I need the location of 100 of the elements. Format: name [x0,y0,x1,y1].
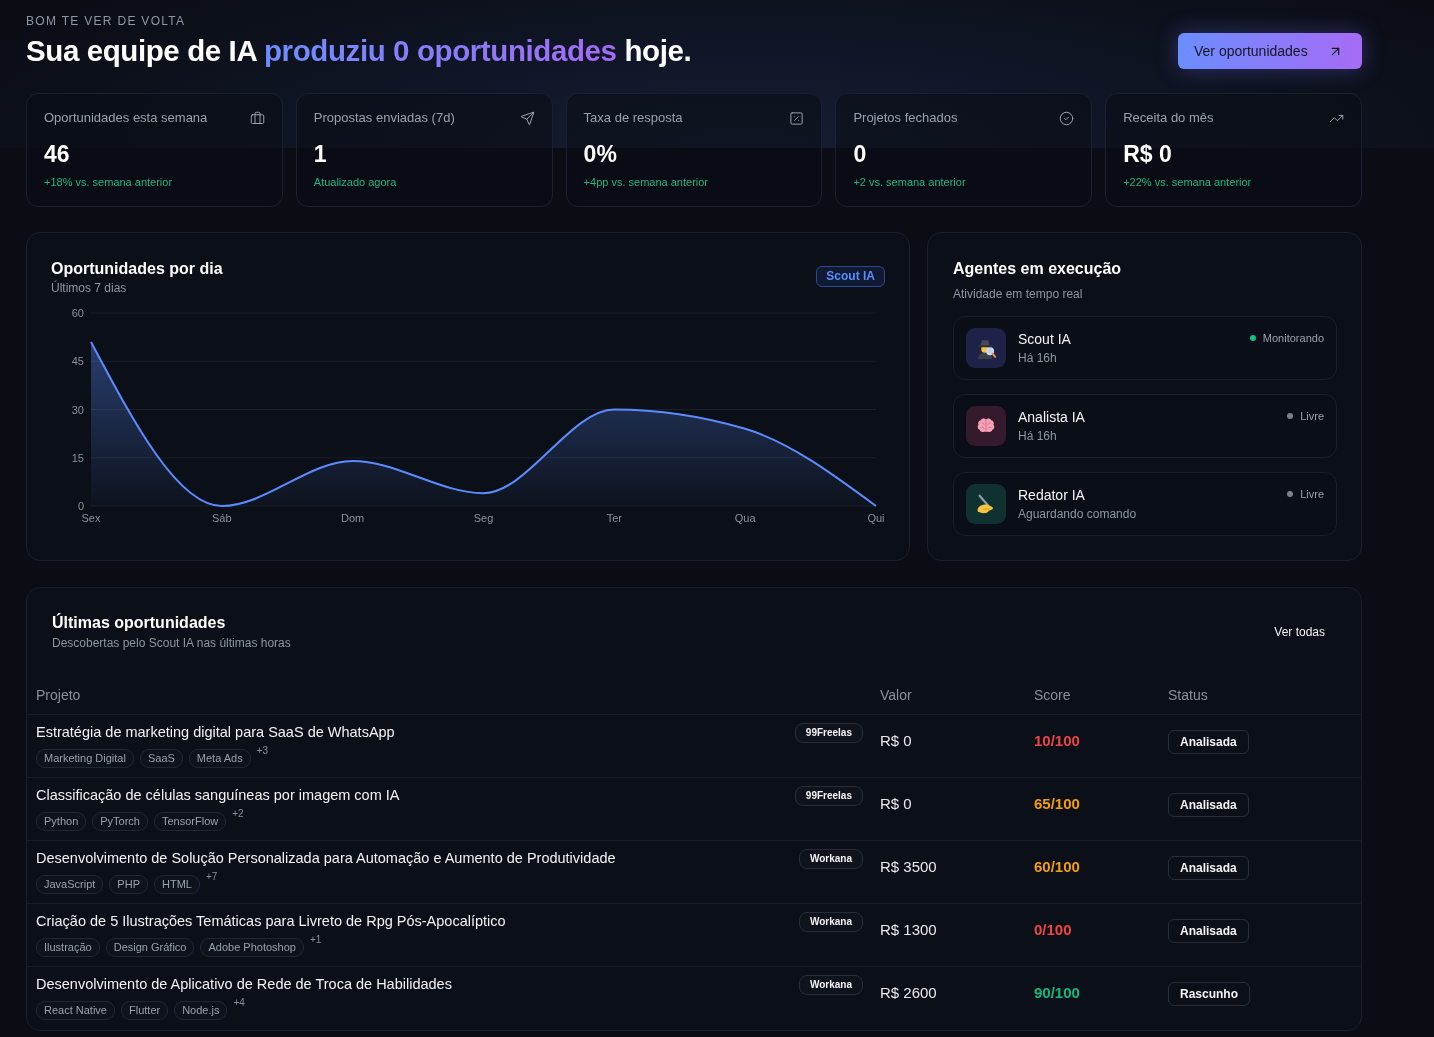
project-title: Desenvolvimento de Solução Personalizada para Automação e Aumento de Produtividade [36,849,616,867]
greeting-label: BOM TE VER DE VOLTA [26,13,187,29]
y-tick-label: 30 [71,403,84,416]
agents-title: Agentes em execução [953,259,1123,279]
agent-name: Analista IA [1018,408,1086,426]
project-value: R$ 0 [879,794,913,814]
skill-tag: Marketing Digital [36,749,134,768]
stat-value: R$ 0 [1123,140,1173,168]
stat-value: 0% [583,140,618,168]
skill-tag: React Native [36,1001,115,1020]
stat-delta: +4pp vs. semana anterior [583,175,710,189]
skill-tag: Adobe Photoshop [200,938,304,957]
extra-tags-count: +7 [205,871,218,883]
project-score: 90/100 [1034,984,1080,1002]
stat-label: Projetos fechados [853,110,958,126]
stat-label: Taxa de resposta [583,110,683,126]
stat-value: 46 [44,140,71,168]
skill-tag: Python [36,812,87,831]
page-heading: Sua equipe de IA produziu 0 oportunidades hoje. [26,33,692,69]
column-header: Score [1033,685,1072,704]
x-tick-label: Sex [81,512,101,524]
skill-tag: HTML [154,875,200,894]
extra-tags-count: +2 [232,808,244,820]
project-title: Classificação de células sanguíneas por imagem com IA [36,786,400,804]
view-all-link[interactable]: Ver todas [1264,617,1335,647]
x-tick-label: Dom [341,512,365,524]
y-tick-label: 45 [71,355,84,368]
project-title: Desenvolvimento de Aplicativo de Rede de Troca de Habilidades [36,975,452,993]
agent-activity: Há 16h [1018,350,1058,366]
skill-tag: PHP [109,875,148,894]
project-value: R$ 2600 [879,983,938,1003]
agent-name: Redator IA [1018,486,1086,504]
project-score: 60/100 [1034,858,1080,876]
project-score: 0/100 [1034,921,1072,939]
platform-badge: Workana [798,849,863,869]
stat-label: Receita do mês [1123,110,1214,126]
agent-status: Livre [1300,409,1324,423]
platform-badge: Workana [798,975,863,995]
stat-label: Oportunidades esta semana [44,110,208,126]
stat-delta: +2 vs. semana anterior [853,175,967,189]
platform-badge: Workana [798,912,863,932]
agent-activity: Há 16h [1018,428,1058,444]
project-value: R$ 1300 [879,920,938,940]
x-tick-label: Sáb [212,512,232,524]
check-circle-icon [1059,110,1075,126]
status-badge: Analisada [1168,919,1249,943]
skill-tag: JavaScript [36,875,104,894]
opportunities-subtitle: Descobertas pelo Scout IA nas últimas horas [52,635,291,651]
stat-label: Propostas enviadas (7d) [313,110,455,126]
skill-tag: Node.js [174,1001,228,1020]
skill-tag: Ilustração [36,938,100,957]
status-badge: Analisada [1168,793,1249,817]
project-score: 65/100 [1034,795,1080,813]
stat-value: 0 [853,140,868,168]
x-tick-label: Ter [606,512,622,524]
project-value: R$ 0 [879,731,913,751]
agent-status: Livre [1300,487,1324,501]
x-tick-label: Qui [867,512,885,524]
column-header: Status [1167,685,1209,704]
opportunities-title: Últimas oportunidades [52,613,227,633]
x-tick-label: Qua [734,512,756,524]
extra-tags-count: +3 [256,745,269,757]
project-score: 10/100 [1034,732,1080,750]
extra-tags-count: +1 [309,934,322,946]
briefcase-icon [249,110,265,126]
skill-tag: SaaS [139,749,183,768]
skill-tag: TensorFlow [154,812,227,831]
send-icon [519,110,535,126]
agent-name: Scout IA [1018,330,1072,348]
y-tick-label: 0 [77,500,84,512]
status-badge: Analisada [1168,730,1249,754]
x-tick-label: Seg [473,512,494,524]
status-badge: Analisada [1168,856,1249,880]
agents-subtitle: Atividade em tempo real [953,286,1084,302]
platform-badge: 99Freelas [794,786,863,806]
agent-filter-badge: Scout IA [816,266,885,287]
stat-value: 1 [313,140,328,168]
y-tick-label: 15 [71,451,84,464]
view-opportunities-button[interactable]: Ver oportunidades [1178,33,1362,69]
stat-delta: +22% vs. semana anterior [1123,175,1253,189]
project-value: R$ 3500 [879,857,938,877]
stat-delta: +18% vs. semana anterior [44,175,174,189]
skill-tag: PyTorch [92,812,148,831]
skill-tag: Design Gráfico [105,938,195,957]
chart-title: Oportunidades por dia [51,259,223,279]
skill-tag: Flutter [121,1001,169,1020]
project-title: Estratégia de marketing digital para SaaS de WhatsApp [36,723,395,741]
column-header: Valor [879,685,913,704]
stat-delta: Atualizado agora [313,175,398,189]
extra-tags-count: +4 [233,997,245,1009]
column-header: Projeto [35,685,82,704]
platform-badge: 99Freelas [794,723,863,743]
agent-status: Monitorando [1262,331,1324,345]
project-title: Criação de 5 Ilustrações Temáticas para Livreto de Rpg Pós-Apocalíptico [36,912,506,930]
skill-tag: Meta Ads [188,749,251,768]
percent-square-icon [789,110,805,126]
chart-subtitle: Últimos 7 dias [51,280,128,296]
status-badge: Rascunho [1168,982,1250,1006]
agent-activity: Aguardando comando [1018,506,1138,522]
y-tick-label: 60 [71,307,84,319]
